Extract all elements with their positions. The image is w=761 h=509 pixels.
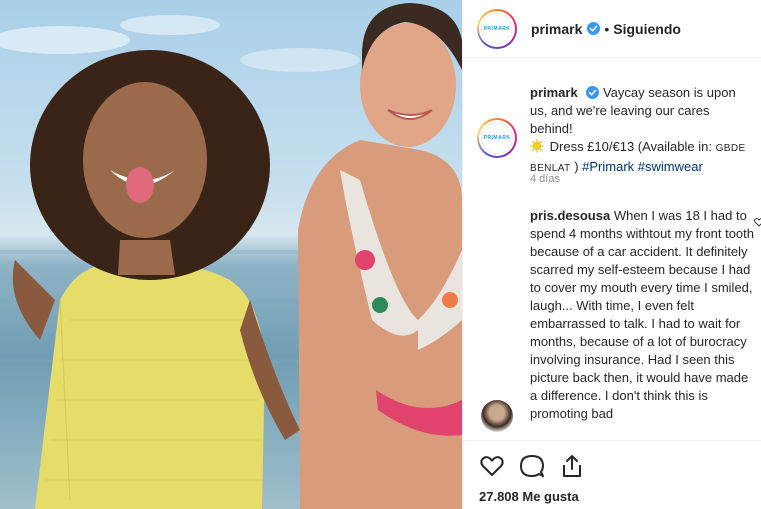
- hashtag-primark[interactable]: #Primark: [582, 159, 634, 174]
- verified-badge-icon: [586, 86, 600, 99]
- caption-price: Dress £10/€13 (Available in:: [549, 139, 712, 154]
- photo-illustration: [0, 3, 462, 509]
- comment: pris.desousa When I was 18 I had to spen…: [463, 207, 761, 439]
- like-count[interactable]: 27.808 Me gusta: [479, 489, 579, 504]
- post-photo[interactable]: [0, 0, 462, 509]
- comment-body: When I was 18 I had to spend 4 months wi…: [530, 208, 755, 421]
- comment-username[interactable]: pris.desousa: [530, 208, 610, 223]
- comment-text: pris.desousa When I was 18 I had to spen…: [530, 207, 756, 423]
- commenter-avatar[interactable]: [481, 400, 513, 432]
- caption-paren: ): [574, 159, 579, 174]
- action-bar: 27.808 Me gusta: [463, 440, 761, 509]
- caption-text: primark Vaycay season is upon us, and we…: [530, 84, 755, 178]
- caption-avatar[interactable]: PRIMARK: [477, 118, 517, 158]
- brand-logo: PRIMARK: [481, 12, 513, 45]
- sun-emoji-icon: [530, 139, 544, 153]
- separator-dot: •: [604, 20, 610, 37]
- caption-brand-logo: PRIMARK: [481, 122, 513, 154]
- header-username[interactable]: primark: [531, 21, 582, 37]
- caption-username[interactable]: primark: [530, 85, 578, 100]
- avatar[interactable]: PRIMARK: [477, 8, 517, 49]
- post-header: PRIMARK primark • Siguiendo: [463, 0, 761, 58]
- comment-icon[interactable]: [519, 453, 545, 479]
- verified-badge-icon: [587, 22, 601, 35]
- hashtag-swimwear[interactable]: #swimwear: [638, 159, 703, 174]
- share-icon[interactable]: [559, 453, 585, 479]
- heart-icon[interactable]: [479, 453, 505, 479]
- comment-like-icon[interactable]: [754, 217, 761, 227]
- following-button[interactable]: Siguiendo: [613, 21, 681, 37]
- post-side-panel: PRIMARK primark • Siguiendo PRIMARK prim…: [462, 0, 761, 509]
- post-timestamp[interactable]: 4 días: [530, 173, 560, 185]
